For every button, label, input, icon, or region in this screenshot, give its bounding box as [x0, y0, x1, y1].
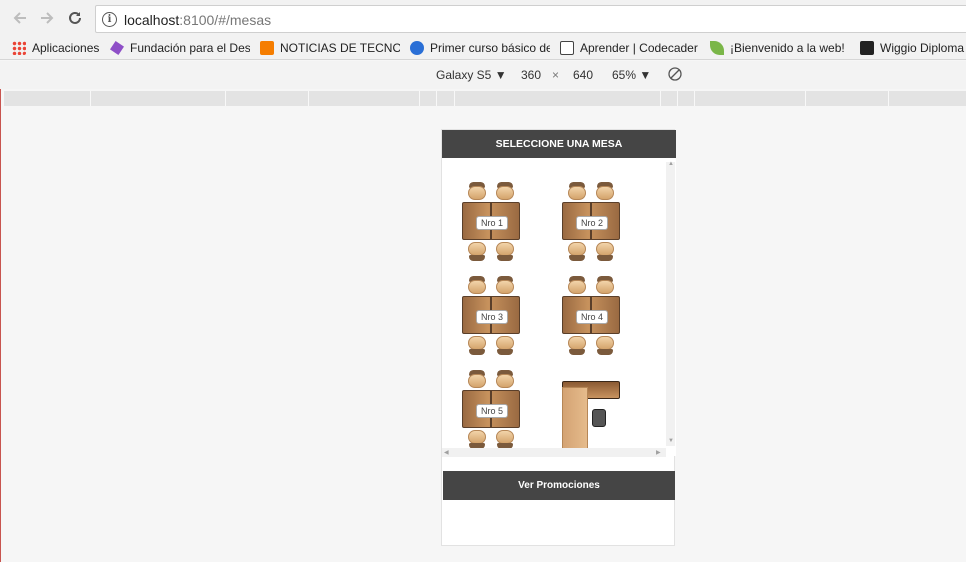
back-button[interactable]: [10, 8, 30, 28]
forward-arrow-icon: [41, 12, 54, 24]
chair: [596, 336, 614, 356]
info-icon[interactable]: i: [102, 12, 117, 27]
chair: [596, 276, 614, 296]
ruler-segment[interactable]: [419, 91, 420, 106]
reload-icon: [69, 11, 81, 24]
chair: [468, 430, 486, 450]
bar-counter: [562, 381, 622, 451]
ruler-segment[interactable]: [677, 91, 678, 106]
chair: [468, 336, 486, 356]
rotate-button[interactable]: [668, 67, 682, 84]
chair: [468, 276, 486, 296]
ruler-segment[interactable]: [805, 91, 806, 106]
device-select[interactable]: Galaxy S5 ▼: [436, 68, 507, 82]
vertical-scrollbar[interactable]: ▲ ▼: [666, 161, 675, 446]
table-top: Nro 5: [462, 390, 520, 428]
bookmark-codecademy[interactable]: Aprender | Codecader: [560, 39, 698, 57]
leaf-icon: [710, 41, 724, 55]
dropdown-arrow-icon: ▼: [494, 68, 507, 82]
times-sign: ×: [552, 68, 560, 82]
width-input[interactable]: 360: [521, 68, 541, 82]
ruler-segment[interactable]: [888, 91, 889, 106]
ruler-segment[interactable]: [660, 91, 661, 106]
chair: [596, 182, 614, 202]
dropdown-arrow-icon: ▼: [639, 68, 652, 82]
ruler-segment[interactable]: [225, 91, 226, 106]
chair: [496, 430, 514, 450]
ruler-segment[interactable]: [90, 91, 91, 106]
page-title: SELECCIONE UNA MESA: [442, 130, 676, 158]
table-top: Nro 2: [562, 202, 620, 240]
table-top: Nro 4: [562, 296, 620, 334]
url-text: localhost:8100/#/mesas: [124, 12, 272, 28]
table-1[interactable]: Nro 1: [462, 182, 522, 262]
browser-toolbar: i localhost:8100/#/mesas: [0, 0, 966, 36]
table-2[interactable]: Nro 2: [562, 182, 622, 262]
stool-icon: [592, 409, 606, 427]
table-label: Nro 1: [476, 216, 508, 230]
fundacion-icon: [110, 41, 124, 55]
chair: [568, 276, 586, 296]
ruler-segment[interactable]: [694, 91, 695, 106]
ruler-segment[interactable]: [436, 91, 437, 106]
promotions-button[interactable]: Ver Promociones: [443, 471, 675, 500]
blogger-icon: [260, 41, 274, 55]
bookmark-wiggio[interactable]: Wiggio Diploma: [860, 39, 966, 57]
table-top: Nro 3: [462, 296, 520, 334]
apps-grid-icon: [12, 41, 26, 55]
chair: [568, 182, 586, 202]
ruler-segment[interactable]: [308, 91, 309, 106]
media-query-ruler: [4, 91, 966, 106]
chair: [496, 242, 514, 262]
table-4[interactable]: Nro 4: [562, 276, 622, 356]
chair: [468, 182, 486, 202]
chair: [468, 242, 486, 262]
horizontal-scrollbar[interactable]: ◀ ▶: [442, 448, 666, 457]
chair: [468, 370, 486, 390]
table-label: Nro 4: [576, 310, 608, 324]
bookmark-fundacion[interactable]: Fundación para el Des: [110, 39, 250, 57]
chair: [496, 336, 514, 356]
table-label: Nro 5: [476, 404, 508, 418]
zoom-select[interactable]: 65% ▼: [612, 68, 651, 82]
chair: [496, 276, 514, 296]
scroll-up-arrow-icon[interactable]: ▲: [668, 161, 674, 167]
table-5[interactable]: Nro 5: [462, 370, 522, 450]
scroll-right-arrow-icon[interactable]: ▶: [656, 449, 661, 456]
window-edge: [0, 61, 1, 562]
bookmark-apps[interactable]: Aplicaciones: [12, 39, 104, 57]
address-bar[interactable]: i localhost:8100/#/mesas: [95, 5, 966, 33]
wiggio-icon: [860, 41, 874, 55]
back-arrow-icon: [13, 12, 26, 24]
table-label: Nro 3: [476, 310, 508, 324]
bookmarks-bar: Aplicaciones Fundación para el Des NOTIC…: [0, 36, 966, 60]
chair: [568, 336, 586, 356]
bookmark-noticias[interactable]: NOTICIAS DE TECNOL: [260, 39, 400, 57]
chair: [496, 370, 514, 390]
ruler-segment[interactable]: [454, 91, 455, 106]
table-3[interactable]: Nro 3: [462, 276, 522, 356]
scroll-left-arrow-icon[interactable]: ◀: [444, 449, 449, 456]
codecademy-icon: [560, 41, 574, 55]
table-top: Nro 1: [462, 202, 520, 240]
chair: [596, 242, 614, 262]
bookmark-bienvenido[interactable]: ¡Bienvenido a la web!: [710, 39, 845, 57]
chair: [496, 182, 514, 202]
device-toolbar: Galaxy S5 ▼ 360 × 640 65% ▼: [0, 61, 966, 89]
forward-button[interactable]: [37, 8, 57, 28]
table-label: Nro 2: [576, 216, 608, 230]
chair: [568, 242, 586, 262]
accessibility-icon: [410, 41, 424, 55]
scroll-down-arrow-icon[interactable]: ▼: [668, 438, 674, 444]
device-viewport: SELECCIONE UNA MESA Nro 1 Nro 2 Nro 3 Nr…: [441, 129, 676, 546]
tables-scroll-area[interactable]: Nro 1 Nro 2 Nro 3 Nro 4 Nro 5: [442, 158, 676, 456]
reload-button[interactable]: [65, 8, 85, 28]
bookmark-primer-curso[interactable]: Primer curso básico de: [410, 39, 550, 57]
height-input[interactable]: 640: [573, 68, 593, 82]
rotate-icon: [668, 67, 682, 81]
